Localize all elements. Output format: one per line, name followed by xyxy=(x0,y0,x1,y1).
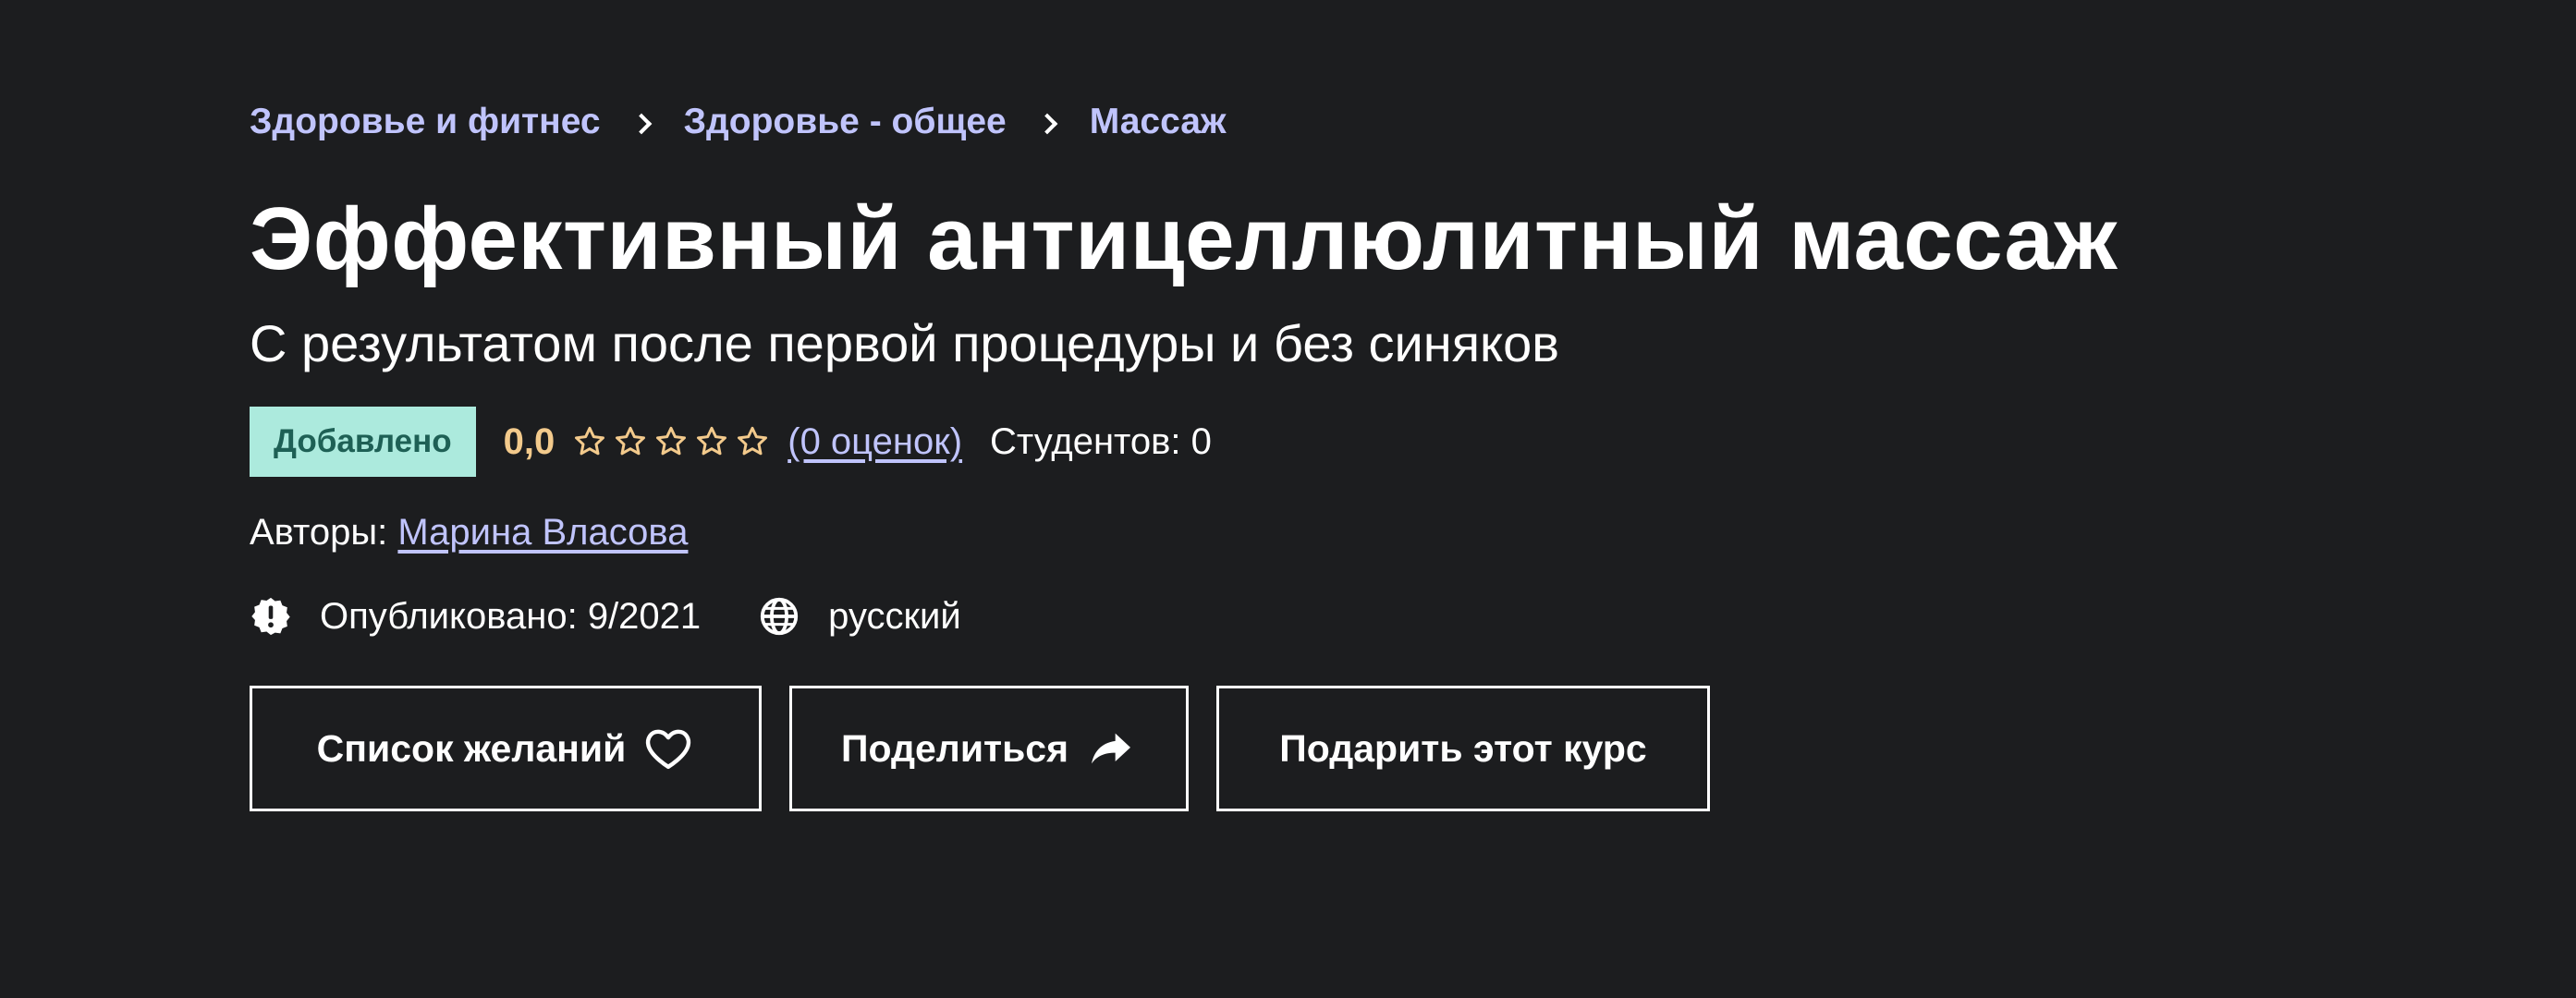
star-outline-icon xyxy=(656,426,687,456)
rating-count-link[interactable]: (0 оценок) xyxy=(787,421,962,463)
star-outline-icon xyxy=(697,426,727,456)
action-buttons: Список желаний Поделиться Подарить этот … xyxy=(250,686,2375,811)
chevron-right-icon xyxy=(629,92,656,152)
course-header-content: Здоровье и фитнес Здоровье - общее Масса… xyxy=(250,92,2375,811)
course-language: русский xyxy=(828,595,961,637)
breadcrumb-item-massage[interactable]: Массаж xyxy=(1090,102,1227,142)
rating-value: 0,0 xyxy=(503,420,555,462)
course-title: Эффективный антицеллюлитный массаж xyxy=(250,189,2118,288)
breadcrumb-item-health-fitness[interactable]: Здоровье и фитнес xyxy=(250,102,601,142)
globe-icon xyxy=(761,597,799,636)
share-arrow-icon xyxy=(1092,733,1131,764)
breadcrumb-item-health-general[interactable]: Здоровье - общее xyxy=(684,102,1007,142)
share-button-label: Поделиться xyxy=(840,726,1069,770)
alert-badge-icon xyxy=(251,597,290,636)
author-link[interactable]: Марина Власова xyxy=(397,512,688,553)
students-count: Студентов: 0 xyxy=(990,420,1212,462)
gift-course-button-label: Подарить этот курс xyxy=(1279,726,1647,770)
star-outline-icon xyxy=(738,426,768,456)
rating-row: Добавлено 0,0 (0 оценок) Студентов: 0 xyxy=(250,407,2375,477)
authors-row: Авторы: Марина Власова xyxy=(250,505,2375,560)
published-date: Опубликовано: 9/2021 xyxy=(320,595,702,637)
meta-row: Опубликовано: 9/2021 русский xyxy=(250,584,2375,649)
course-header: Здоровье и фитнес Здоровье - общее Масса… xyxy=(0,0,2576,998)
course-subtitle: С результатом после первой процедуры и б… xyxy=(250,314,1560,372)
authors-label: Авторы: xyxy=(250,512,388,553)
rating-stars xyxy=(571,423,771,460)
chevron-right-icon xyxy=(1034,92,1062,152)
heart-outline-icon xyxy=(646,729,691,770)
added-badge: Добавлено xyxy=(250,407,476,477)
share-button[interactable]: Поделиться xyxy=(789,686,1189,811)
star-outline-icon xyxy=(575,426,605,456)
wishlist-button-label: Список желаний xyxy=(316,726,627,770)
star-outline-icon xyxy=(616,426,646,456)
breadcrumb: Здоровье и фитнес Здоровье - общее Масса… xyxy=(250,92,2375,152)
gift-course-button[interactable]: Подарить этот курс xyxy=(1216,686,1710,811)
wishlist-button[interactable]: Список желаний xyxy=(250,686,762,811)
